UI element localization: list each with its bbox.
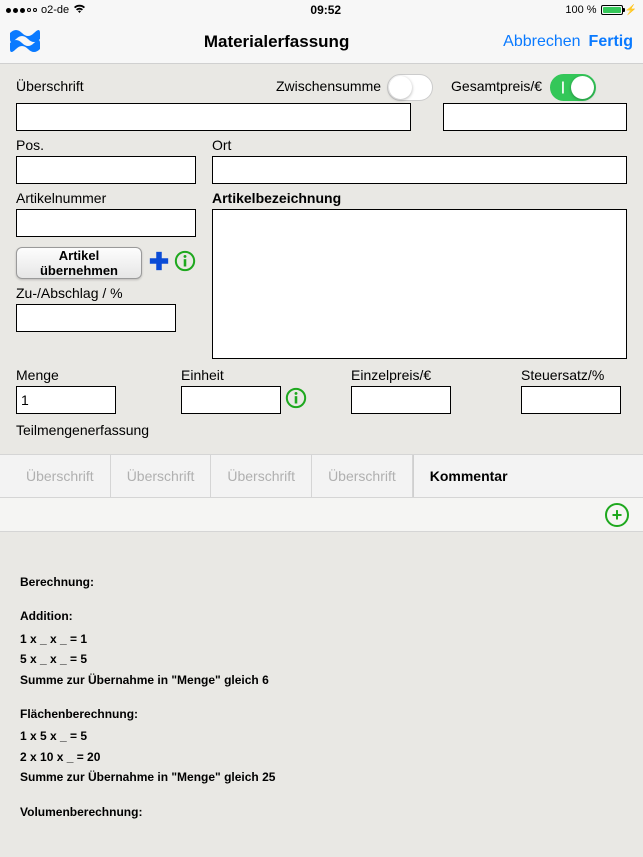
done-button[interactable]: Fertig [589,33,633,51]
artikelbezeichnung-label: Artikelbezeichnung [212,190,627,206]
ueberschrift-label: Überschrift [16,78,276,94]
calc-line: 1 x _ x _ = 1 [20,629,623,649]
wifi-icon [73,4,86,17]
ort-input[interactable] [212,156,627,184]
steuersatz-label: Steuersatz/% [521,367,627,383]
tab-ueberschrift-1[interactable]: Überschrift [10,455,111,497]
cancel-button[interactable]: Abbrechen [503,33,580,51]
calc-flaeche-heading: Flächenberechnung: [20,704,623,724]
artikel-uebernehmen-label: Artikel übernehmen [25,248,133,278]
carrier-label: o2-de [41,4,69,16]
add-plus-icon[interactable]: + [605,503,629,527]
teilmengen-label: Teilmengenerfassung [16,422,627,438]
tab-ueberschrift-3[interactable]: Überschrift [211,455,312,497]
tab-ueberschrift-4[interactable]: Überschrift [312,455,413,497]
pos-label: Pos. [16,137,196,153]
calc-line: Summe zur Übernahme in "Menge" gleich 25 [20,767,623,787]
calc-volumen-heading: Volumenberechnung: [20,802,623,822]
zwischensumme-label: Zwischensumme [276,78,381,94]
gesamtpreis-label: Gesamtpreis/€ [451,78,542,94]
calc-addition-heading: Addition: [20,606,623,626]
artikelbezeichnung-input[interactable] [212,209,627,359]
info-icon[interactable] [285,387,307,414]
signal-dots-icon [6,8,37,13]
artikelnummer-label: Artikelnummer [16,190,196,206]
battery-percent: 100 % [565,4,596,16]
calc-line: 1 x 5 x _ = 5 [20,726,623,746]
calc-line: 5 x _ x _ = 5 [20,649,623,669]
gesamtpreis-switch[interactable] [550,74,596,101]
artikelnummer-input[interactable] [16,209,196,237]
gesamtpreis-input[interactable] [443,103,627,131]
calc-line: 2 x 10 x _ = 20 [20,747,623,767]
tab-bar: Überschrift Überschrift Überschrift Über… [0,454,643,498]
calc-title: Berechnung: [20,572,623,592]
nav-bar: Materialerfassung Abbrechen Fertig [0,20,643,64]
plus-icon[interactable] [146,250,170,277]
ort-label: Ort [212,137,627,153]
einzelpreis-input[interactable] [351,386,451,414]
pos-input[interactable] [16,156,196,184]
material-form: Überschrift Zwischensumme Gesamtpreis/€ … [0,64,643,454]
zuabschlag-label: Zu-/Abschlag / % [16,285,196,301]
steuersatz-input[interactable] [521,386,621,414]
tab-kommentar[interactable]: Kommentar [413,455,524,497]
zwischensumme-switch[interactable] [387,74,433,101]
einzelpreis-label: Einzelpreis/€ [351,367,521,383]
info-icon[interactable] [174,250,196,277]
calculation-panel: Berechnung: Addition: 1 x _ x _ = 1 5 x … [0,532,643,834]
battery-icon: ⚡ [601,5,637,16]
app-logo-icon [10,29,50,55]
artikel-uebernehmen-button[interactable]: Artikel übernehmen [16,247,142,279]
status-bar: o2-de 09:52 100 % ⚡ [0,0,643,20]
einheit-label: Einheit [181,367,351,383]
menge-label: Menge [16,367,181,383]
add-row-bar: + [0,498,643,532]
menge-input[interactable] [16,386,116,414]
calc-line: Summe zur Übernahme in "Menge" gleich 6 [20,670,623,690]
page-title: Materialerfassung [204,32,350,52]
einheit-input[interactable] [181,386,281,414]
clock: 09:52 [310,3,341,17]
zuabschlag-input[interactable] [16,304,176,332]
tab-ueberschrift-2[interactable]: Überschrift [111,455,212,497]
ueberschrift-input[interactable] [16,103,411,131]
